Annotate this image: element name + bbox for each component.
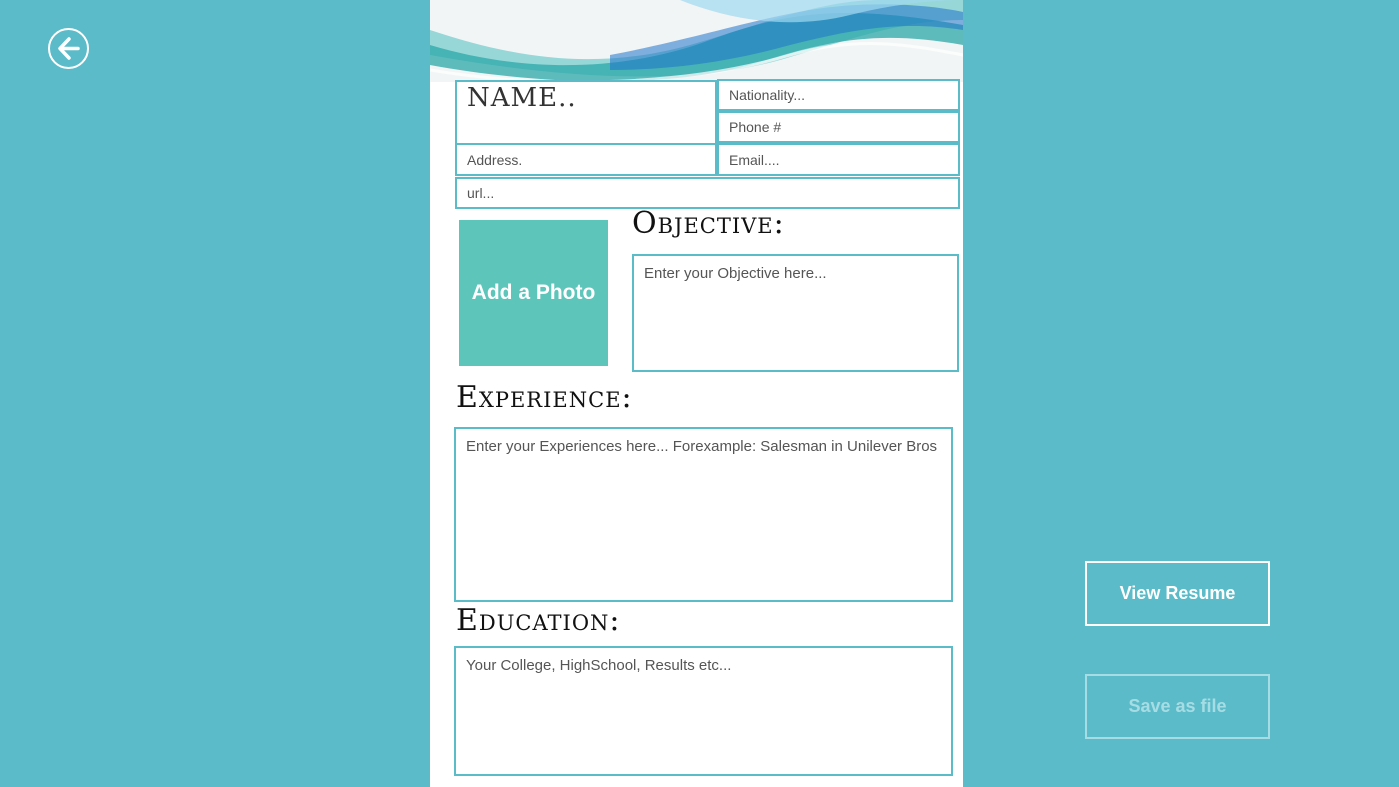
education-textarea[interactable] bbox=[454, 646, 953, 776]
back-button[interactable] bbox=[48, 28, 89, 69]
address-field[interactable] bbox=[455, 143, 717, 176]
wave-banner-image bbox=[430, 0, 963, 82]
arrow-left-icon bbox=[58, 37, 80, 60]
add-photo-button[interactable]: Add a Photo bbox=[459, 220, 608, 366]
url-field[interactable] bbox=[455, 177, 960, 209]
phone-field[interactable] bbox=[717, 111, 960, 143]
objective-textarea[interactable] bbox=[632, 254, 959, 372]
name-field[interactable] bbox=[455, 80, 717, 145]
experience-textarea[interactable] bbox=[454, 427, 953, 602]
resume-paper: Add a Photo Objective: Experience: Educa… bbox=[430, 0, 963, 787]
education-title: Education: bbox=[456, 603, 621, 638]
objective-title: Objective: bbox=[632, 206, 785, 241]
nationality-field[interactable] bbox=[717, 79, 960, 111]
experience-title: Experience: bbox=[456, 380, 633, 415]
view-resume-button[interactable]: View Resume bbox=[1085, 561, 1270, 626]
save-as-file-button[interactable]: Save as file bbox=[1085, 674, 1270, 739]
add-photo-label: Add a Photo bbox=[471, 281, 596, 304]
email-field[interactable] bbox=[717, 143, 960, 176]
